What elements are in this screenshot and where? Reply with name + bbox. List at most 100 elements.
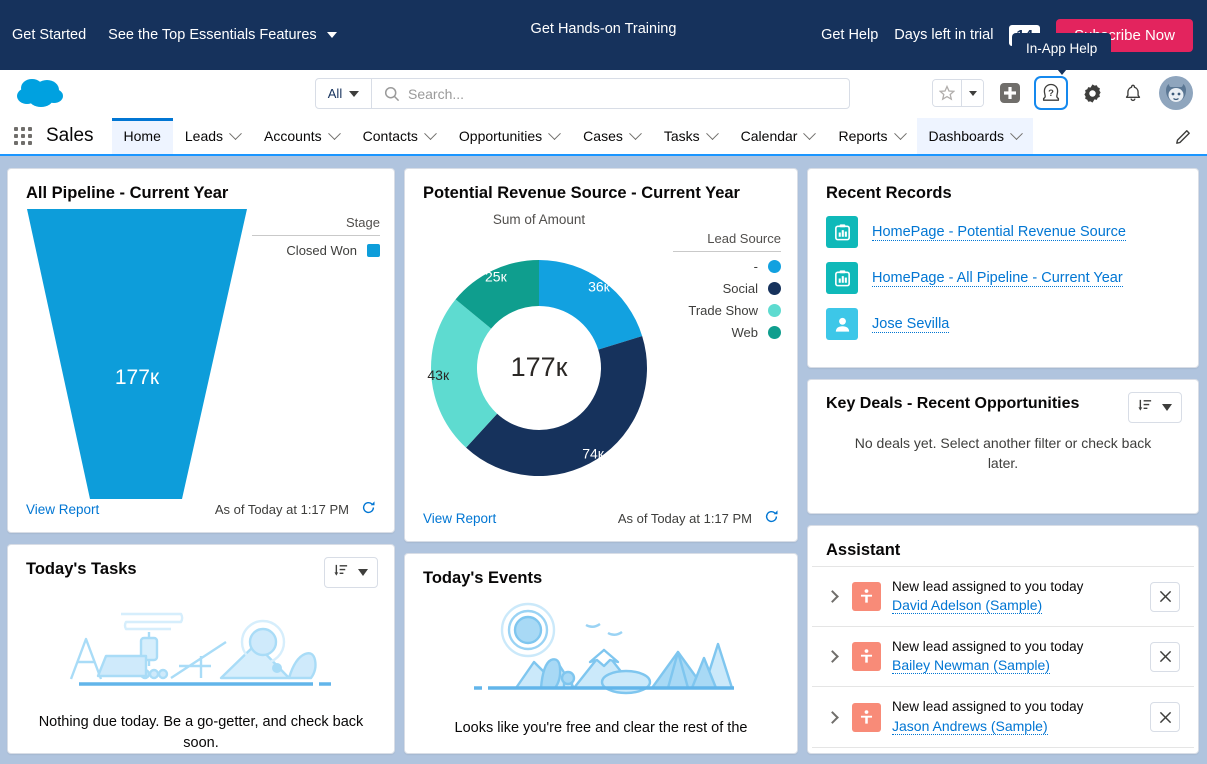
chevron-right-icon[interactable] xyxy=(826,650,839,664)
close-icon[interactable] xyxy=(1150,702,1180,733)
nav-item-cases[interactable]: Cases xyxy=(571,118,652,154)
assistant-item-lead-link[interactable]: Jason Andrews (Sample) xyxy=(892,718,1048,735)
refresh-icon[interactable] xyxy=(361,500,376,518)
assistant-item-lead-link[interactable]: Bailey Newman (Sample) xyxy=(892,657,1050,675)
recent-record-link[interactable]: HomePage - All Pipeline - Current Year xyxy=(872,270,1123,287)
setup-gear-icon[interactable] xyxy=(1077,78,1107,108)
nav-item-opportunities[interactable]: Opportunities xyxy=(447,118,571,154)
key-deals-empty-message: No deals yet. Select another filter or c… xyxy=(854,435,1152,472)
lead-icon xyxy=(852,582,881,612)
app-navigation-bar: Sales Home Leads Accounts Contacts Opportuni… xyxy=(0,118,1207,156)
legend-item-web[interactable]: Web xyxy=(673,325,781,340)
refresh-icon[interactable] xyxy=(764,509,779,527)
chevron-right-icon[interactable] xyxy=(826,710,839,724)
close-icon[interactable] xyxy=(1150,581,1180,612)
recent-record-item[interactable]: Jose Sevilla xyxy=(808,301,1198,347)
legend-swatch xyxy=(768,260,781,273)
chevron-down-icon xyxy=(705,126,719,140)
nav-item-accounts[interactable]: Accounts xyxy=(252,118,351,154)
nav-item-contacts[interactable]: Contacts xyxy=(351,118,447,154)
revenue-card-title: Potential Revenue Source - Current Year xyxy=(423,184,740,202)
pencil-icon[interactable] xyxy=(1161,118,1207,154)
nav-item-calendar[interactable]: Calendar xyxy=(729,118,827,154)
svg-text:177к: 177к xyxy=(115,366,160,389)
nav-item-dashboards[interactable]: Dashboards xyxy=(916,118,1034,154)
revenue-card-footer: View Report As of Today at 1:17 PM xyxy=(405,501,797,541)
contact-icon xyxy=(826,308,858,340)
donut-segment--[interactable] xyxy=(539,260,643,350)
nav-item-label: Tasks xyxy=(663,128,700,144)
pipeline-legend: Stage Closed Won xyxy=(252,209,380,514)
recent-record-link[interactable]: Jose Sevilla xyxy=(872,316,950,333)
days-left-label: Days left in trial xyxy=(894,27,994,43)
legend-item-closed-won[interactable]: Closed Won xyxy=(252,243,380,258)
legend-item--[interactable]: - xyxy=(673,259,781,274)
revenue-view-report-link[interactable]: View Report xyxy=(423,511,496,526)
chevron-down-icon xyxy=(349,90,360,97)
funnel-segment-closed-won xyxy=(27,209,247,499)
legend-swatch xyxy=(367,244,380,257)
todays-tasks-sort-button[interactable] xyxy=(324,557,378,589)
search-input[interactable] xyxy=(372,79,849,108)
search-scope-selector[interactable]: All xyxy=(316,79,372,108)
revenue-measure-label: Sum of Amount xyxy=(492,212,586,227)
legend-item-social[interactable]: Social xyxy=(673,281,781,296)
legend-label: - xyxy=(753,259,758,274)
pipeline-view-report-link[interactable]: View Report xyxy=(26,502,99,517)
recent-record-link[interactable]: HomePage - Potential Revenue Source xyxy=(872,224,1126,241)
funnel-chart[interactable]: 177к xyxy=(22,209,252,514)
chevron-down-icon xyxy=(548,126,562,140)
donut-chart-wrap: Sum of Amount 36к 74к 43к 25к 177к xyxy=(405,209,673,499)
favorites-star-icon[interactable] xyxy=(933,80,961,106)
assistant-item[interactable]: New lead assigned to you today xyxy=(812,746,1194,753)
revenue-card: Potential Revenue Source - Current Year … xyxy=(404,168,798,542)
pipeline-legend-title: Stage xyxy=(252,215,380,236)
assistant-item-lead-link[interactable]: David Adelson (Sample) xyxy=(892,597,1043,615)
desert-camp-illustration xyxy=(8,588,394,706)
chevron-down-icon xyxy=(327,126,341,140)
chevron-down-icon xyxy=(803,126,817,140)
nav-item-home[interactable]: Home xyxy=(111,118,174,154)
campsite-illustration xyxy=(405,594,797,712)
key-deals-sort-button[interactable] xyxy=(1128,392,1182,423)
close-icon[interactable] xyxy=(1150,641,1180,672)
column-left: All Pipeline - Current Year 177к Stage C… xyxy=(7,168,395,754)
assistant-item-text: New lead assigned to you today xyxy=(892,699,1084,715)
get-help-link[interactable]: Get Help xyxy=(821,27,878,43)
notifications-bell-icon[interactable] xyxy=(1118,78,1148,108)
nav-item-label: Calendar xyxy=(740,128,798,144)
key-deals-title: Key Deals - Recent Opportunities xyxy=(826,395,1080,412)
chevron-right-icon[interactable] xyxy=(826,590,839,603)
user-avatar[interactable] xyxy=(1159,76,1193,110)
hands-on-training-link[interactable]: Get Hands-on Training xyxy=(531,21,677,37)
app-name[interactable]: Sales xyxy=(46,118,112,154)
help-icon[interactable]: ? xyxy=(1036,78,1066,108)
svg-text:177к: 177к xyxy=(511,352,568,382)
pipeline-asof-text: As of Today at 1:17 PM xyxy=(214,501,349,517)
legend-item-trade-show[interactable]: Trade Show xyxy=(673,303,781,318)
get-started-link[interactable]: Get Started xyxy=(12,27,86,43)
top-features-dropdown[interactable]: See the Top Essentials Features xyxy=(108,27,337,43)
recent-record-item[interactable]: HomePage - Potential Revenue Source xyxy=(808,209,1198,255)
todays-tasks-title: Today's Tasks xyxy=(26,560,137,579)
nav-item-reports[interactable]: Reports xyxy=(826,118,916,154)
global-search[interactable]: All xyxy=(315,78,850,109)
nav-item-label: Contacts xyxy=(362,128,418,144)
recent-record-item[interactable]: HomePage - All Pipeline - Current Year xyxy=(808,255,1198,301)
nav-item-tasks[interactable]: Tasks xyxy=(652,118,729,154)
trial-banner-left: Get Started See the Top Essentials Featu… xyxy=(0,27,337,43)
favorites-dropdown-icon[interactable] xyxy=(961,80,983,106)
assistant-item[interactable]: New lead assigned to you today Bailey New… xyxy=(812,626,1194,686)
sort-icon xyxy=(1138,398,1153,418)
nav-item-leads[interactable]: Leads xyxy=(173,118,252,154)
chevron-down-icon xyxy=(326,32,337,39)
assistant-item[interactable]: New lead assigned to you today Jason Andr… xyxy=(812,686,1194,746)
search-icon xyxy=(384,86,400,107)
salesforce-cloud-logo[interactable] xyxy=(14,76,66,112)
recent-records-list: HomePage - Potential Revenue Source HomeP… xyxy=(808,209,1198,347)
assistant-item[interactable]: New lead assigned to you today David Adel… xyxy=(812,566,1194,626)
app-launcher-icon[interactable] xyxy=(0,118,46,154)
app-launcher-dots xyxy=(14,127,32,145)
add-icon[interactable] xyxy=(995,78,1025,108)
donut-chart[interactable]: 36к 74к 43к 25к 177к xyxy=(405,229,673,494)
